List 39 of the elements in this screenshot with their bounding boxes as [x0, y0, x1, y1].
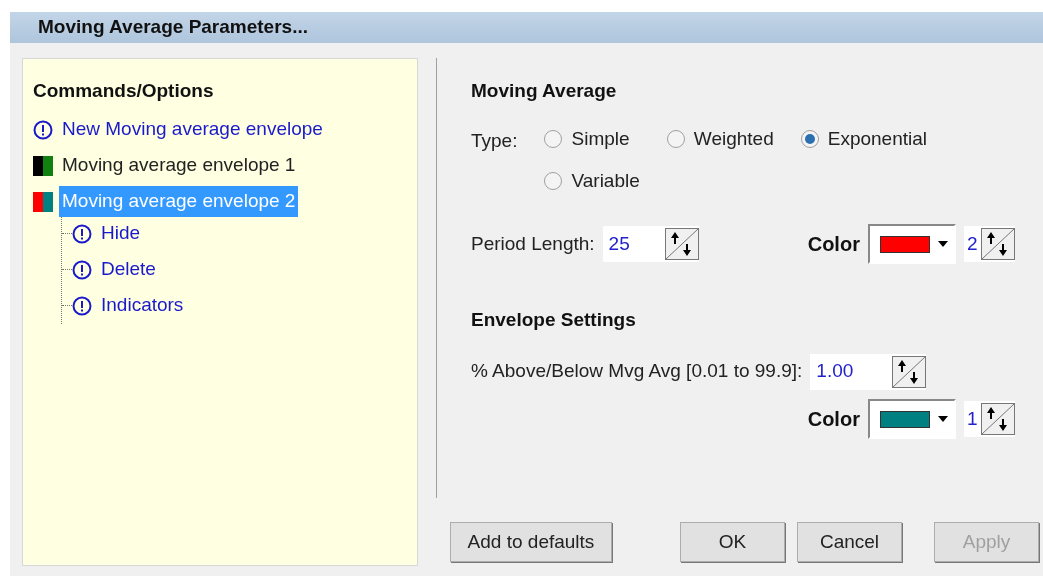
color-swatch-icon — [33, 155, 53, 176]
type-label: Type: — [471, 128, 518, 153]
color-dropdown[interactable] — [867, 399, 956, 439]
spinner-icon[interactable] — [892, 355, 927, 388]
dialog-button[interactable]: OK — [680, 522, 785, 562]
section-title: Envelope Settings — [471, 308, 637, 332]
radio-button[interactable] — [799, 128, 820, 149]
color-label: Color — [807, 407, 860, 432]
tree-item[interactable]: Indicators — [98, 290, 187, 321]
color-dropdown[interactable] — [867, 224, 956, 264]
caret-icon — [937, 241, 948, 247]
color-swatch-icon — [33, 191, 53, 212]
radio-button[interactable] — [543, 128, 564, 149]
spinner-icon[interactable] — [980, 403, 1015, 435]
dialog-button[interactable]: Cancel — [797, 522, 902, 562]
caret-icon — [937, 416, 948, 422]
color-label: Color — [807, 232, 860, 257]
period-length-label: Period Length: — [471, 231, 595, 256]
radio-label: Simple — [571, 126, 630, 151]
alert-icon — [33, 119, 53, 140]
radio-button[interactable] — [665, 128, 686, 149]
section-title: Moving Average — [471, 79, 618, 103]
radio-label: Exponential — [827, 126, 928, 151]
panel-title: Commands/Options — [33, 79, 215, 103]
radio-label: Variable — [571, 169, 640, 193]
spinner-icon[interactable] — [980, 228, 1015, 260]
radio-button[interactable] — [543, 171, 564, 192]
alert-icon — [72, 223, 92, 244]
alert-icon — [72, 295, 92, 316]
tree-item[interactable]: Moving average envelope 1 — [59, 150, 299, 181]
window-title: Moving Average Parameters... — [38, 15, 308, 40]
tree-item[interactable]: Delete — [98, 254, 159, 285]
tree-item[interactable]: New Moving average envelope — [59, 114, 326, 145]
dialog-button[interactable]: Add to defaults — [450, 522, 612, 562]
spinner-icon[interactable] — [664, 228, 699, 260]
radio-label: Weighted — [693, 126, 774, 151]
alert-icon — [72, 259, 92, 280]
percent-label: % Above/Below Mvg Avg [0.01 to 99.9]: — [471, 359, 803, 384]
tree-item[interactable]: Hide — [98, 218, 144, 249]
